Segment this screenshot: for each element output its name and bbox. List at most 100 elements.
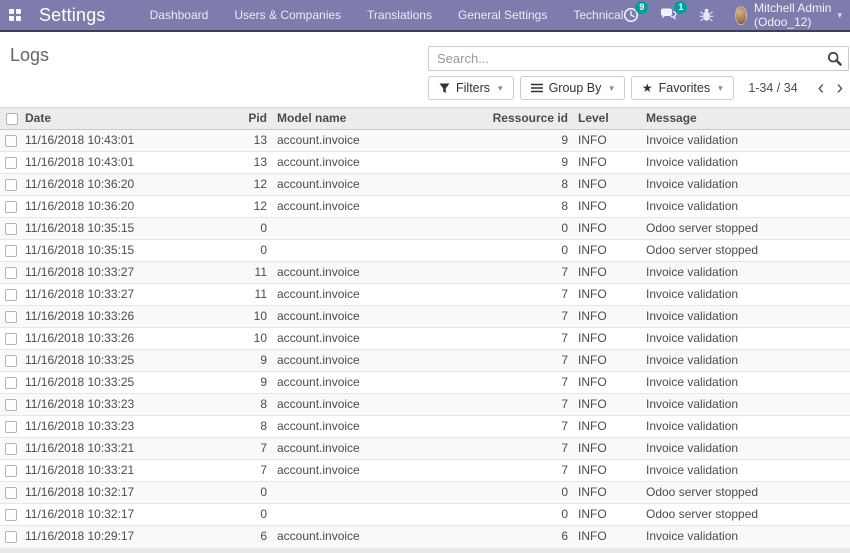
cell-ressource-id: 7 — [430, 284, 573, 306]
table-row[interactable]: 11/16/2018 10:32:17 0 0 INFO Odoo server… — [0, 482, 850, 504]
row-checkbox[interactable] — [5, 135, 17, 147]
row-checkbox[interactable] — [5, 179, 17, 191]
row-checkbox[interactable] — [5, 223, 17, 235]
column-header-date[interactable]: Date — [20, 108, 230, 130]
table-row[interactable]: 11/16/2018 10:29:17 6 account.invoice 6 … — [0, 526, 850, 548]
row-checkbox-cell — [0, 504, 20, 526]
filters-label: Filters — [456, 81, 490, 95]
row-checkbox-cell — [0, 350, 20, 372]
row-checkbox[interactable] — [5, 487, 17, 499]
row-checkbox[interactable] — [5, 245, 17, 257]
navbar-right: 9 1 Mitchell Admin (Odoo_12) ▾ — [623, 1, 842, 29]
pager-next-button[interactable]: › — [830, 79, 849, 97]
cell-level: INFO — [573, 394, 641, 416]
cell-pid: 7 — [230, 438, 272, 460]
cell-ressource-id: 7 — [430, 372, 573, 394]
group-by-button[interactable]: Group By ▾ — [520, 76, 625, 100]
menu-technical[interactable]: Technical — [573, 8, 623, 22]
cell-pid: 10 — [230, 306, 272, 328]
table-row[interactable]: 11/16/2018 10:43:01 13 account.invoice 9… — [0, 152, 850, 174]
chevron-down-icon: ▾ — [718, 83, 723, 94]
column-header-ressource-id[interactable]: Ressource id — [430, 108, 573, 130]
row-checkbox[interactable] — [5, 201, 17, 213]
table-row[interactable]: 11/16/2018 10:33:23 8 account.invoice 7 … — [0, 416, 850, 438]
table-row[interactable]: 11/16/2018 10:36:20 12 account.invoice 8… — [0, 196, 850, 218]
table-row[interactable]: 11/16/2018 10:36:20 12 account.invoice 8… — [0, 174, 850, 196]
row-checkbox-cell — [0, 394, 20, 416]
row-checkbox[interactable] — [5, 443, 17, 455]
cell-pid: 6 — [230, 526, 272, 548]
search-icon[interactable] — [827, 51, 842, 66]
activities-button[interactable]: 9 — [623, 7, 639, 23]
apps-menu-button[interactable] — [4, 0, 27, 30]
row-checkbox[interactable] — [5, 311, 17, 323]
table-row[interactable]: 11/16/2018 10:33:26 10 account.invoice 7… — [0, 306, 850, 328]
user-avatar — [735, 6, 747, 25]
row-checkbox[interactable] — [5, 531, 17, 543]
menu-translations[interactable]: Translations — [367, 8, 432, 22]
row-checkbox[interactable] — [5, 465, 17, 477]
table-row[interactable]: 11/16/2018 10:35:15 0 0 INFO Odoo server… — [0, 240, 850, 262]
column-header-pid[interactable]: Pid — [230, 108, 272, 130]
cell-message: Invoice validation — [641, 438, 850, 460]
row-checkbox[interactable] — [5, 267, 17, 279]
table-row[interactable]: 11/16/2018 10:32:17 0 0 INFO Odoo server… — [0, 504, 850, 526]
row-checkbox[interactable] — [5, 289, 17, 301]
table-row[interactable]: 11/16/2018 10:33:21 7 account.invoice 7 … — [0, 438, 850, 460]
table-row[interactable]: 11/16/2018 10:33:27 11 account.invoice 7… — [0, 262, 850, 284]
table-row[interactable]: 11/16/2018 10:33:23 8 account.invoice 7 … — [0, 394, 850, 416]
cell-level: INFO — [573, 328, 641, 350]
row-checkbox-cell — [0, 526, 20, 548]
row-checkbox[interactable] — [5, 355, 17, 367]
menu-general-settings[interactable]: General Settings — [458, 8, 547, 22]
row-checkbox[interactable] — [5, 377, 17, 389]
cell-message: Odoo server stopped — [641, 218, 850, 240]
table-row[interactable]: 11/16/2018 10:33:25 9 account.invoice 7 … — [0, 372, 850, 394]
cell-date: 11/16/2018 10:33:25 — [20, 372, 230, 394]
cell-level: INFO — [573, 152, 641, 174]
cell-message: Invoice validation — [641, 174, 850, 196]
apps-grid-icon — [9, 9, 21, 21]
cell-pid: 0 — [230, 504, 272, 526]
row-checkbox[interactable] — [5, 157, 17, 169]
row-checkbox[interactable] — [5, 333, 17, 345]
row-checkbox[interactable] — [5, 399, 17, 411]
table-row[interactable]: 11/16/2018 10:33:25 9 account.invoice 7 … — [0, 350, 850, 372]
column-header-level[interactable]: Level — [573, 108, 641, 130]
debug-button[interactable] — [699, 7, 714, 23]
user-menu[interactable]: Mitchell Admin (Odoo_12) ▾ — [735, 1, 842, 29]
table-row[interactable]: 11/16/2018 10:35:15 0 0 INFO Odoo server… — [0, 218, 850, 240]
pager-previous-button[interactable]: ‹ — [812, 79, 831, 97]
filters-button[interactable]: Filters ▾ — [428, 76, 514, 100]
cell-date: 11/16/2018 10:33:21 — [20, 438, 230, 460]
cell-ressource-id: 7 — [430, 350, 573, 372]
search-input[interactable] — [428, 46, 849, 71]
cell-model-name: account.invoice — [272, 526, 430, 548]
menu-users-companies[interactable]: Users & Companies — [234, 8, 341, 22]
cell-ressource-id: 9 — [430, 130, 573, 152]
row-checkbox-cell — [0, 218, 20, 240]
favorites-label: Favorites — [659, 81, 710, 95]
table-row[interactable]: 11/16/2018 10:43:01 13 account.invoice 9… — [0, 130, 850, 152]
messages-button[interactable]: 1 — [660, 7, 678, 23]
column-header-message[interactable]: Message — [641, 108, 850, 130]
cell-level: INFO — [573, 196, 641, 218]
menu-dashboard[interactable]: Dashboard — [150, 8, 209, 22]
row-checkbox-cell — [0, 328, 20, 350]
select-all-checkbox[interactable] — [6, 113, 18, 125]
table-row[interactable]: 11/16/2018 10:33:21 7 account.invoice 7 … — [0, 460, 850, 482]
cell-pid: 7 — [230, 460, 272, 482]
row-checkbox[interactable] — [5, 509, 17, 521]
cell-message: Invoice validation — [641, 262, 850, 284]
table-row[interactable]: 11/16/2018 10:33:27 11 account.invoice 7… — [0, 284, 850, 306]
cell-model-name: account.invoice — [272, 438, 430, 460]
row-checkbox[interactable] — [5, 421, 17, 433]
table-header-row: Date Pid Model name Ressource id Level M… — [0, 108, 850, 130]
list-view: Date Pid Model name Ressource id Level M… — [0, 107, 850, 553]
cell-ressource-id: 7 — [430, 394, 573, 416]
favorites-button[interactable]: ★ Favorites ▾ — [631, 76, 734, 100]
page-title: Logs — [10, 45, 49, 66]
cell-message: Invoice validation — [641, 130, 850, 152]
table-row[interactable]: 11/16/2018 10:33:26 10 account.invoice 7… — [0, 328, 850, 350]
column-header-model-name[interactable]: Model name — [272, 108, 430, 130]
